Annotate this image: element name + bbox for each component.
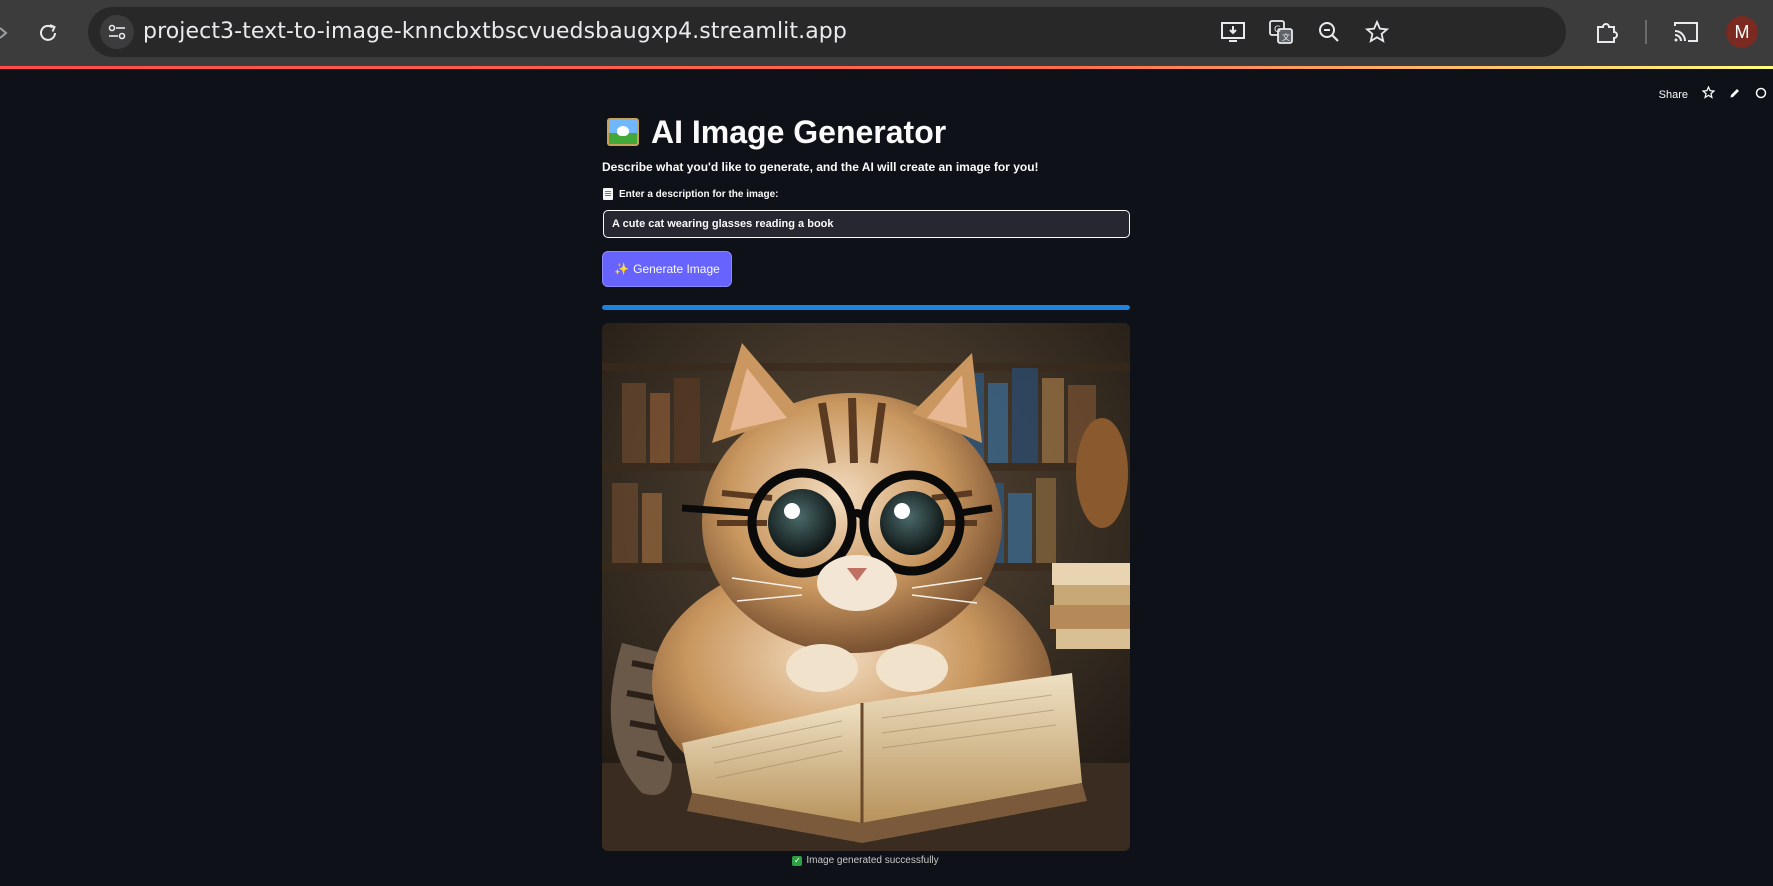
cast-icon[interactable]	[1670, 16, 1702, 48]
app-description: Describe what you'd like to generate, an…	[602, 160, 1039, 174]
input-label-row: Enter a description for the image:	[603, 188, 778, 200]
prompt-input-label: Enter a description for the image:	[619, 188, 779, 200]
svg-text:文: 文	[1282, 32, 1290, 42]
progress-bar-fill	[602, 305, 1130, 310]
sparkles-icon: ✨	[614, 262, 630, 276]
extensions-icon[interactable]	[1591, 16, 1623, 48]
bookmark-star-icon[interactable]	[1363, 18, 1391, 46]
title-row: AI Image Generator	[607, 107, 946, 157]
forward-icon[interactable]	[0, 15, 22, 51]
url-text[interactable]: project3-text-to-image-knncbxtbscvuedsba…	[143, 7, 847, 57]
prompt-input[interactable]	[603, 210, 1130, 238]
browser-toolbar: project3-text-to-image-knncbxtbscvuedsba…	[0, 0, 1773, 66]
svg-text:G: G	[1274, 25, 1281, 35]
generate-image-button[interactable]: ✨ Generate Image	[602, 251, 732, 287]
generated-image	[602, 323, 1130, 851]
share-button[interactable]: Share	[1659, 89, 1688, 101]
edit-icon[interactable]	[1729, 86, 1741, 104]
profile-avatar[interactable]: M	[1726, 16, 1758, 48]
site-info-icon[interactable]	[100, 15, 134, 49]
caption-row: ✓ Image generated successfully	[601, 855, 1130, 866]
memo-icon	[603, 188, 613, 200]
streamlit-toolbar: Share	[1659, 84, 1773, 106]
check-mark-icon: ✓	[792, 855, 803, 866]
zoom-icon[interactable]	[1315, 18, 1343, 46]
star-icon[interactable]	[1701, 85, 1716, 104]
page-title: AI Image Generator	[651, 113, 947, 150]
toolbar-separator	[1645, 20, 1647, 44]
reload-icon[interactable]	[30, 15, 66, 51]
progress-bar	[602, 305, 1130, 310]
generate-button-label: Generate Image	[633, 262, 720, 276]
translate-icon[interactable]: G文	[1267, 18, 1295, 46]
framed-picture-icon	[607, 118, 639, 146]
install-app-icon[interactable]	[1219, 18, 1247, 46]
address-bar[interactable]: project3-text-to-image-knncbxtbscvuedsba…	[88, 7, 1566, 57]
streamlit-decoration-bar	[0, 66, 1773, 69]
image-caption: Image generated successfully	[806, 855, 939, 866]
github-icon[interactable]	[1755, 86, 1767, 104]
